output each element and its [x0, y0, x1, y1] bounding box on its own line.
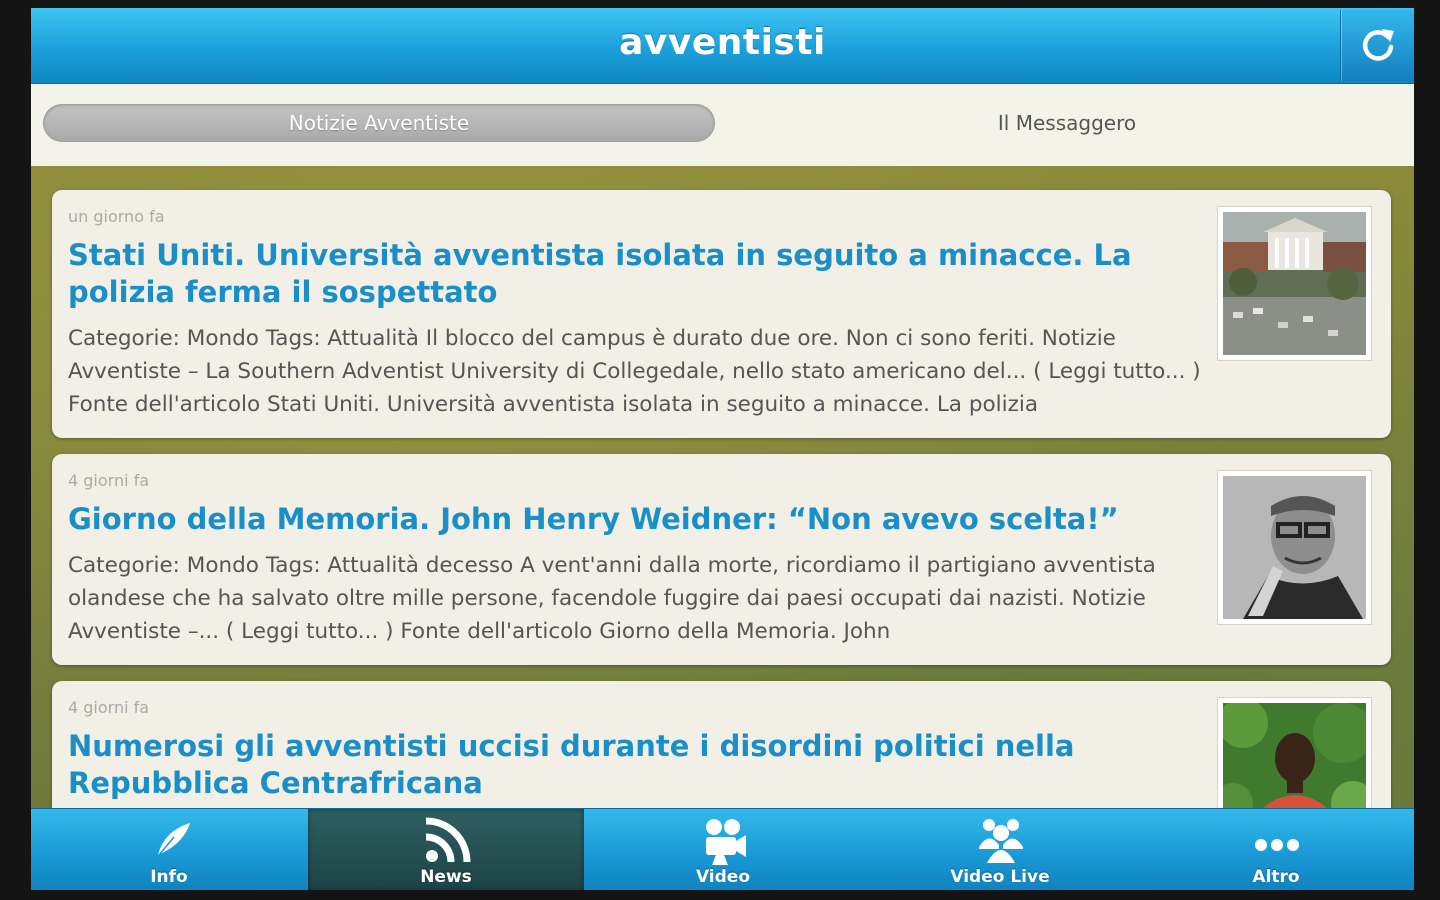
- app-title: avventisti: [619, 22, 826, 63]
- tab-info[interactable]: Info: [31, 809, 307, 890]
- tab-bar: Info News Video Video Live Altro: [31, 808, 1414, 890]
- header-bar: avventisti: [31, 8, 1414, 84]
- article-title[interactable]: Numerosi gli avventisti uccisi durante i…: [68, 728, 1198, 802]
- feather-icon: [153, 823, 190, 862]
- article-time: un giorno fa: [68, 207, 165, 226]
- article-thumbnail: [1217, 206, 1372, 361]
- video-camera-icon: [706, 819, 746, 865]
- segment-il-messaggero[interactable]: Il Messaggero: [731, 104, 1403, 142]
- list-item[interactable]: 4 giorni fa Giorno della Memoria. John H…: [52, 454, 1391, 665]
- refresh-button[interactable]: [1340, 10, 1414, 81]
- segment-notizie-avventiste[interactable]: Notizie Avventiste: [43, 104, 715, 142]
- tab-news[interactable]: News: [308, 809, 584, 890]
- group-icon: [979, 819, 1023, 863]
- rss-icon: [425, 817, 471, 863]
- tab-label: Video: [695, 867, 751, 887]
- tab-label: Info: [150, 867, 188, 887]
- article-summary: Categorie: Mondo Tags: Attualità decesso…: [68, 553, 1156, 644]
- article-summary: Categorie: Mondo Tags: Attualità Il bloc…: [68, 326, 1201, 417]
- refresh-icon: [1362, 29, 1394, 61]
- app-window: avventisti Notizie Avventiste Il Messagg…: [31, 8, 1414, 890]
- news-list[interactable]: un giorno fa Stati Uniti. Università avv…: [31, 166, 1414, 808]
- tab-altro[interactable]: Altro: [1138, 809, 1414, 890]
- list-item[interactable]: un giorno fa Stati Uniti. Università avv…: [52, 190, 1391, 438]
- tab-video-live[interactable]: Video Live: [862, 809, 1138, 890]
- article-thumbnail: [1217, 697, 1372, 808]
- article-time: 4 giorni fa: [68, 471, 150, 490]
- article-thumbnail: [1217, 470, 1372, 625]
- article-title[interactable]: Stati Uniti. Università avventista isola…: [68, 237, 1198, 311]
- article-title[interactable]: Giorno della Memoria. John Henry Weidner…: [68, 501, 1198, 538]
- tab-label: Altro: [1252, 867, 1300, 887]
- article-time: 4 giorni fa: [68, 698, 150, 717]
- segmented-control: Notizie Avventiste Il Messaggero: [31, 84, 1414, 166]
- list-item[interactable]: 4 giorni fa Numerosi gli avventisti ucci…: [52, 681, 1391, 808]
- tab-label: Video Live: [950, 867, 1050, 887]
- more-icon: [1255, 839, 1299, 851]
- tab-label: News: [420, 867, 472, 887]
- tab-video[interactable]: Video: [585, 809, 861, 890]
